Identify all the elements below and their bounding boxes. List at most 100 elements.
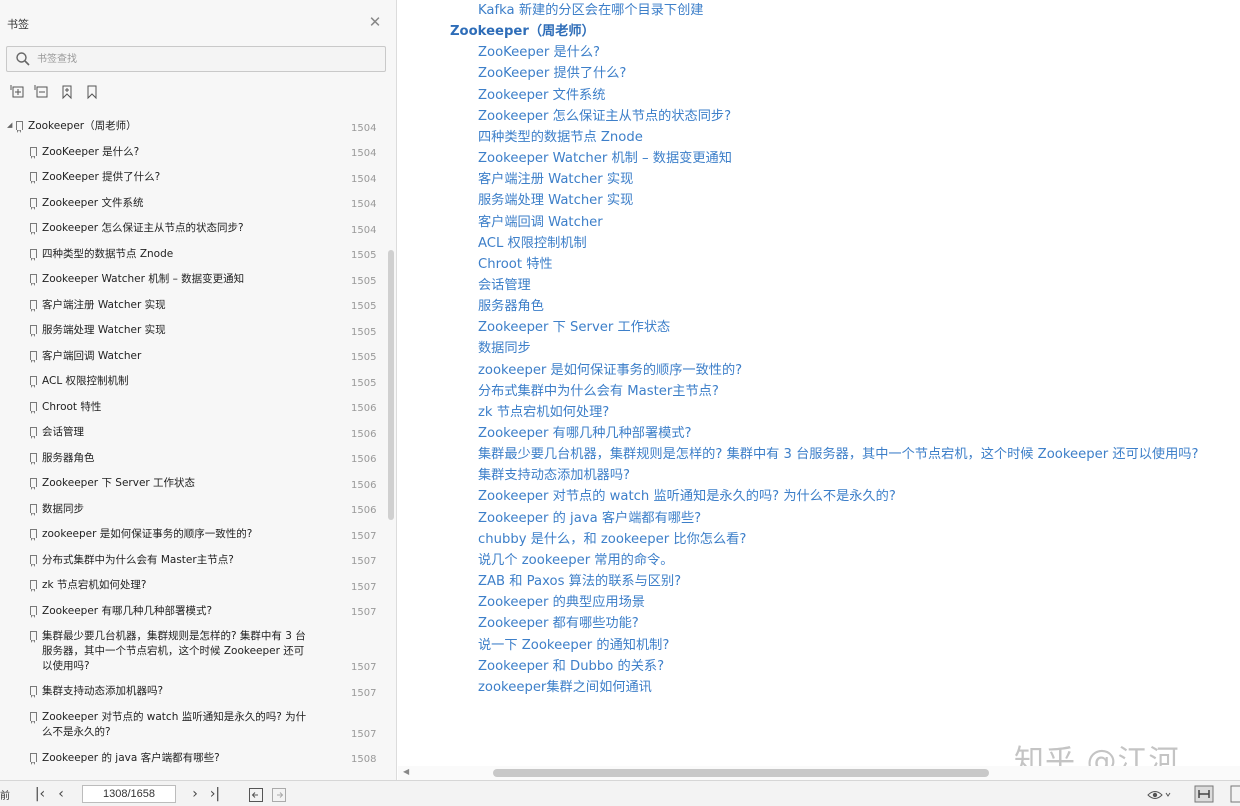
toc-link[interactable]: Zookeeper 都有哪些功能?: [478, 615, 639, 633]
bookmark-scrollbar-thumb[interactable]: [388, 250, 394, 520]
bookmark-item[interactable]: Zookeeper 怎么保证主从节点的状态同步? 1504: [0, 216, 384, 242]
toc-link[interactable]: Zookeeper 和 Dubbo 的关系?: [478, 658, 664, 676]
bookmark-page-number: 1506: [351, 428, 377, 440]
toc-link[interactable]: 四种类型的数据节点 Znode: [478, 129, 643, 147]
first-page-icon[interactable]: |‹: [32, 785, 48, 803]
bookmark-item[interactable]: 客户端回调 Watcher 1505: [0, 344, 384, 370]
bookmark-label: zk 节点宕机如何处理?: [42, 579, 147, 591]
toc-link[interactable]: 分布式集群中为什么会有 Master主节点?: [478, 383, 719, 401]
toc-link[interactable]: chubby 是什么，和 zookeeper 比你怎么看?: [478, 531, 746, 549]
toc-link[interactable]: Zookeeper 的 java 客户端都有哪些?: [478, 510, 701, 528]
search-icon: [16, 52, 30, 66]
toc-link[interactable]: 说一下 Zookeeper 的通知机制?: [478, 637, 669, 655]
last-page-icon[interactable]: ›|: [206, 785, 224, 803]
fit-icon[interactable]: [1230, 785, 1240, 803]
bookmark-label: 服务端处理 Watcher 实现: [42, 324, 166, 336]
bookmark-item[interactable]: ACL 权限控制机制 1505: [0, 369, 384, 395]
bookmark-label: Zookeeper 的 java 客户端都有哪些?: [42, 751, 220, 764]
bookmark-icon: [30, 325, 37, 337]
bookmark-page-number: 1508: [351, 754, 377, 765]
toc-link[interactable]: Zookeeper 下 Server 工作状态: [478, 319, 670, 337]
collapse-all-icon[interactable]: [34, 84, 50, 100]
toc-link[interactable]: Chroot 特性: [478, 256, 553, 274]
bookmark-item[interactable]: 分布式集群中为什么会有 Master主节点? 1507: [0, 548, 384, 574]
bookmark-item[interactable]: Chroot 特性 1506: [0, 395, 384, 421]
bookmark-item[interactable]: Zookeeper 对节点的 watch 监听通知是永久的吗? 为什么不是永久的…: [0, 705, 384, 746]
toc-link[interactable]: 客户端回调 Watcher: [478, 214, 603, 232]
bookmark-item[interactable]: ZooKeeper 是什么? 1504: [0, 140, 384, 166]
expand-arrow-icon[interactable]: ◢: [7, 121, 12, 129]
toc-link[interactable]: 会话管理: [478, 277, 531, 295]
prev-page-icon[interactable]: ‹: [54, 785, 68, 803]
back-icon[interactable]: [248, 786, 264, 804]
bookmark-item[interactable]: zookeeper 是如何保证事务的顺序一致性的? 1507: [0, 522, 384, 548]
toc-link[interactable]: 数据同步: [478, 340, 531, 358]
bookmark-item[interactable]: Zookeeper Watcher 机制 – 数据变更通知 1505: [0, 267, 384, 293]
bookmark-item[interactable]: ZooKeeper 提供了什么? 1504: [0, 165, 384, 191]
horizontal-scrollbar-thumb[interactable]: [493, 769, 989, 777]
next-page-icon[interactable]: ›: [188, 785, 202, 803]
bookmark-item[interactable]: Zookeeper 的 java 客户端都有哪些? 1508: [0, 746, 384, 772]
close-icon[interactable]: ✕: [367, 14, 383, 30]
toc-link[interactable]: ZAB 和 Paxos 算法的联系与区别?: [478, 573, 681, 591]
toc-link[interactable]: Zookeeper 对节点的 watch 监听通知是永久的吗? 为什么不是永久的…: [478, 488, 896, 506]
bookmark-item[interactable]: 服务端处理 Watcher 实现 1505: [0, 318, 384, 344]
bookmark-item[interactable]: Zookeeper 文件系统 1504: [0, 191, 384, 217]
bookmark-icon[interactable]: [84, 84, 100, 100]
page-number-input[interactable]: 1308/1658: [82, 785, 176, 803]
bookmark-scrollbar[interactable]: [386, 114, 396, 780]
bookmark-item[interactable]: 服务器角色 1506: [0, 446, 384, 472]
toc-link[interactable]: 服务端处理 Watcher 实现: [478, 192, 633, 210]
bookmark-parent-item[interactable]: ◢ Zookeeper（周老师） 1504: [0, 114, 384, 140]
toc-link[interactable]: ZooKeeper 提供了什么?: [478, 65, 626, 83]
toc-heading-link[interactable]: Zookeeper（周老师）: [450, 23, 595, 41]
bookmark-search-input[interactable]: [37, 50, 377, 68]
toc-link[interactable]: 客户端注册 Watcher 实现: [478, 171, 633, 189]
toc-link[interactable]: ACL 权限控制机制: [478, 235, 587, 253]
bookmark-item[interactable]: 会话管理 1506: [0, 420, 384, 446]
toc-link[interactable]: zk 节点宕机如何处理?: [478, 404, 609, 422]
watermark-text: 知乎 @江河: [1014, 744, 1180, 766]
bookmark-item[interactable]: 客户端注册 Watcher 实现 1505: [0, 293, 384, 319]
toc-link[interactable]: Kafka 新建的分区会在哪个目录下创建: [478, 2, 703, 20]
bookmark-item[interactable]: 数据同步 1506: [0, 497, 384, 523]
toc-link[interactable]: zookeeper 是如何保证事务的顺序一致性的?: [478, 362, 742, 380]
bookmark-icon: [30, 478, 37, 490]
eye-icon[interactable]: [1146, 786, 1172, 804]
add-bookmark-icon[interactable]: [59, 84, 75, 100]
toc-link[interactable]: 集群最少要几台机器，集群规则是怎样的? 集群中有 3 台服务器，其中一个节点宕机…: [478, 446, 1198, 464]
toc-link[interactable]: 说几个 zookeeper 常用的命令。: [478, 552, 673, 570]
toc-link[interactable]: Zookeeper 有哪几种几种部署模式?: [478, 425, 692, 443]
document-horizontal-scrollbar[interactable]: ◀: [398, 766, 1240, 780]
page-layout-icon[interactable]: [1194, 785, 1214, 803]
bookmark-item[interactable]: 集群支持动态添加机器吗? 1507: [0, 679, 384, 705]
toc-link[interactable]: Zookeeper 的典型应用场景: [478, 594, 645, 612]
toc-link[interactable]: 服务器角色: [478, 298, 544, 316]
bookmark-label: ACL 权限控制机制: [42, 375, 129, 387]
toc-link[interactable]: 集群支持动态添加机器吗?: [478, 467, 630, 485]
bookmark-item[interactable]: 集群最少要几台机器，集群规则是怎样的? 集群中有 3 台服务器，其中一个节点宕机…: [0, 624, 384, 679]
bookmark-icon: [30, 274, 37, 286]
bookmark-page-number: 1507: [351, 728, 377, 740]
bookmark-page-number: 1505: [351, 377, 377, 389]
bookmark-label: Zookeeper 文件系统: [42, 196, 144, 209]
bookmark-search-box[interactable]: [6, 46, 386, 72]
bookmark-icon: [30, 172, 37, 184]
bookmark-item[interactable]: Zookeeper 下 Server 工作状态 1506: [0, 471, 384, 497]
bookmark-item[interactable]: zk 节点宕机如何处理? 1507: [0, 573, 384, 599]
status-bar: 前 |‹ ‹ 1308/1658 › ›|: [0, 780, 1240, 806]
toc-link[interactable]: Zookeeper 怎么保证主从节点的状态同步?: [478, 108, 731, 126]
bookmark-page-number: 1505: [351, 301, 377, 312]
expand-all-icon[interactable]: [10, 84, 26, 100]
scroll-left-icon[interactable]: ◀: [403, 767, 409, 776]
toc-link[interactable]: Zookeeper 文件系统: [478, 87, 605, 105]
forward-icon[interactable]: [271, 786, 287, 804]
bookmark-item[interactable]: 四种类型的数据节点 Znode 1505: [0, 242, 384, 268]
toc-link[interactable]: zookeeper集群之间如何通讯: [478, 679, 652, 697]
toc-link[interactable]: Zookeeper Watcher 机制 – 数据变更通知: [478, 150, 732, 168]
bookmark-item[interactable]: Zookeeper 有哪几种几种部署模式? 1507: [0, 599, 384, 625]
toc-link[interactable]: ZooKeeper 是什么?: [478, 44, 600, 62]
bookmark-page-number: 1504: [351, 173, 377, 185]
bookmark-label: 数据同步: [42, 502, 84, 515]
bookmark-icon: [30, 631, 37, 643]
